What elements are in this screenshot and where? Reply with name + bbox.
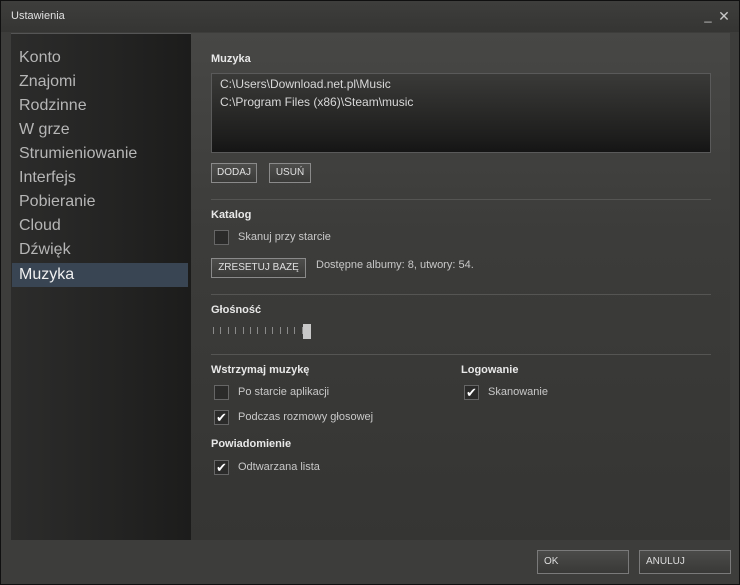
sidebar-item-dzwiek[interactable]: Dźwięk: [12, 238, 188, 262]
close-button[interactable]: ✕: [716, 7, 732, 25]
volume-tick: [287, 327, 288, 334]
volume-tick: [264, 327, 266, 334]
volume-tick: [257, 327, 259, 334]
music-folders-list[interactable]: C:\Users\Download.net.pl\Music C:\Progra…: [211, 73, 711, 153]
reset-database-button[interactable]: ZRESETUJ BAZĘ: [211, 258, 306, 278]
sidebar-item-znajomi[interactable]: Znajomi: [12, 70, 188, 94]
music-folder-item[interactable]: C:\Users\Download.net.pl\Music: [220, 77, 391, 91]
playlist-notification-label: Odtwarzana lista: [238, 461, 320, 473]
volume-tick: [227, 327, 229, 334]
volume-tick: [235, 327, 237, 334]
music-section-title: Muzyka: [211, 53, 251, 65]
logging-section-title: Logowanie: [461, 364, 519, 376]
sidebar-item-w-grze[interactable]: W grze: [12, 118, 188, 142]
scanning-log-checkbox[interactable]: ✔: [464, 385, 479, 400]
playlist-notification-checkbox[interactable]: ✔: [214, 460, 229, 475]
volume-tick: [213, 327, 214, 334]
cancel-button[interactable]: ANULUJ: [639, 550, 731, 574]
divider: [211, 294, 711, 295]
volume-tick: [250, 327, 251, 334]
pause-after-app-start-label: Po starcie aplikacji: [238, 386, 330, 398]
add-folder-button[interactable]: DODAJ: [211, 163, 257, 183]
sidebar-item-cloud[interactable]: Cloud: [12, 214, 188, 238]
music-folder-item[interactable]: C:\Program Files (x86)\Steam\music: [220, 95, 413, 109]
sidebar-item-rodzinne[interactable]: Rodzinne: [12, 94, 188, 118]
sidebar-item-interfejs[interactable]: Interfejs: [12, 166, 188, 190]
scan-on-start-label: Skanuj przy starcie: [238, 231, 331, 243]
ok-button[interactable]: OK: [537, 550, 629, 574]
minimize-button[interactable]: _: [700, 7, 716, 25]
scanning-log-label: Skanowanie: [488, 386, 548, 398]
pause-during-voice-label: Podczas rozmowy głosowej: [238, 411, 374, 423]
volume-tick: [272, 327, 274, 334]
divider: [211, 199, 711, 200]
volume-slider-track[interactable]: [211, 327, 306, 337]
sidebar-item-muzyka[interactable]: Muzyka: [12, 263, 188, 287]
settings-window: Ustawienia _ ✕ Konto Znajomi Rodzinne W …: [0, 0, 740, 585]
notification-section-title: Powiadomienie: [211, 438, 292, 450]
pause-after-app-start-checkbox[interactable]: [214, 385, 229, 400]
title-bar: Ustawienia _ ✕: [1, 1, 739, 32]
window-title: Ustawienia: [11, 10, 65, 22]
remove-folder-button[interactable]: USUŃ: [269, 163, 311, 183]
pause-during-voice-checkbox[interactable]: ✔: [214, 410, 229, 425]
catalog-section-title: Katalog: [211, 209, 252, 221]
sidebar-item-pobieranie[interactable]: Pobieranie: [12, 190, 188, 214]
divider: [211, 354, 711, 355]
volume-tick: [242, 327, 244, 334]
settings-content: Muzyka C:\Users\Download.net.pl\Music C:…: [191, 33, 730, 540]
sidebar-item-strumieniowanie[interactable]: Strumieniowanie: [12, 142, 188, 166]
catalog-stats: Dostępne albumy: 8, utwory: 54.: [316, 259, 474, 271]
settings-sidebar: Konto Znajomi Rodzinne W grze Strumienio…: [11, 33, 191, 540]
sidebar-item-konto[interactable]: Konto: [12, 46, 188, 70]
scan-on-start-checkbox[interactable]: [214, 230, 229, 245]
pause-section-title: Wstrzymaj muzykę: [211, 364, 310, 376]
volume-tick: [220, 327, 222, 334]
volume-tick: [279, 327, 281, 334]
volume-section-title: Głośność: [211, 304, 262, 316]
volume-tick: [294, 327, 296, 334]
volume-slider-handle[interactable]: [303, 324, 311, 339]
